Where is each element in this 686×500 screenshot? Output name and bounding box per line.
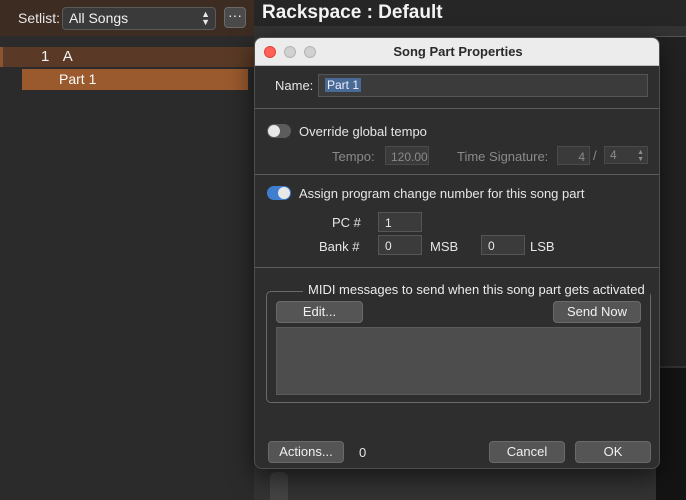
song-part-name: Part 1	[59, 71, 97, 87]
rackspace-lower-panel	[656, 368, 686, 500]
actions-button[interactable]: Actions...	[268, 441, 344, 463]
dialog-title: Song Part Properties	[393, 44, 523, 59]
song-row[interactable]: 1 A	[0, 47, 254, 67]
edit-midi-button[interactable]: Edit...	[276, 301, 363, 323]
msb-input[interactable]: 0	[378, 235, 422, 255]
ok-button[interactable]: OK	[575, 441, 651, 463]
rackspace-inner-panel	[656, 36, 686, 366]
panel-handle[interactable]	[270, 472, 288, 500]
tempo-label: Tempo:	[332, 149, 375, 164]
actions-count: 0	[359, 445, 367, 460]
midi-messages-list[interactable]	[276, 327, 641, 395]
name-input-value: Part 1	[325, 78, 362, 92]
cancel-button[interactable]: Cancel	[489, 441, 565, 463]
separator	[255, 174, 659, 175]
lsb-label: LSB	[530, 239, 555, 254]
tempo-value: 120.00	[391, 150, 428, 164]
stepper-arrows-icon: ▲ ▼	[637, 149, 644, 163]
updown-chevron-icon: ▲ ▼	[201, 9, 210, 27]
time-sig-separator: /	[593, 148, 597, 163]
time-signature-label: Time Signature:	[457, 149, 549, 164]
time-sig-denominator-value: 4	[610, 148, 617, 162]
pc-label: PC #	[332, 215, 361, 230]
override-tempo-toggle[interactable]	[267, 124, 291, 138]
setlist-sidebar: Setlist: All Songs ▲ ▼ ··· 1 A Part 1	[0, 0, 254, 500]
separator	[255, 108, 659, 109]
song-part-row[interactable]: Part 1	[22, 69, 248, 90]
song-name: A	[62, 48, 73, 65]
tempo-input[interactable]: 120.00	[385, 146, 429, 165]
setlist-dropdown[interactable]: All Songs ▲ ▼	[62, 7, 216, 30]
setlist-label: Setlist:	[18, 10, 61, 26]
song-number: 1	[41, 48, 50, 65]
pc-value: 1	[385, 216, 392, 230]
program-change-label: Assign program change number for this so…	[299, 186, 585, 201]
setlist-toolbar: Setlist: All Songs ▲ ▼ ···	[0, 0, 254, 36]
msb-value: 0	[385, 239, 392, 253]
rackspace-title: Rackspace : Default	[262, 2, 443, 23]
msb-label: MSB	[430, 239, 459, 254]
lsb-value: 0	[488, 239, 495, 253]
bank-label: Bank #	[319, 239, 360, 254]
time-sig-numerator-input[interactable]: 4	[557, 146, 590, 165]
midi-messages-group-title: MIDI messages to send when this song par…	[303, 282, 650, 297]
send-now-button[interactable]: Send Now	[553, 301, 641, 323]
app-window: Setlist: All Songs ▲ ▼ ··· 1 A Part 1 Rac…	[0, 0, 686, 500]
override-tempo-label: Override global tempo	[299, 124, 427, 139]
time-sig-numerator-value: 4	[578, 150, 585, 164]
song-part-properties-dialog: Song Part Properties Name: Part 1 Overri…	[254, 37, 660, 469]
name-label: Name:	[275, 78, 314, 93]
setlist-dropdown-value: All Songs	[69, 10, 129, 26]
name-input[interactable]: Part 1	[318, 74, 648, 97]
more-options-button[interactable]: ···	[224, 7, 246, 28]
program-change-toggle[interactable]	[267, 186, 291, 200]
pc-input[interactable]: 1	[378, 212, 422, 232]
separator	[255, 267, 659, 268]
time-sig-denominator-stepper[interactable]: 4 ▲ ▼	[604, 146, 648, 164]
lsb-input[interactable]: 0	[481, 235, 525, 255]
dialog-titlebar[interactable]: Song Part Properties	[255, 38, 659, 66]
